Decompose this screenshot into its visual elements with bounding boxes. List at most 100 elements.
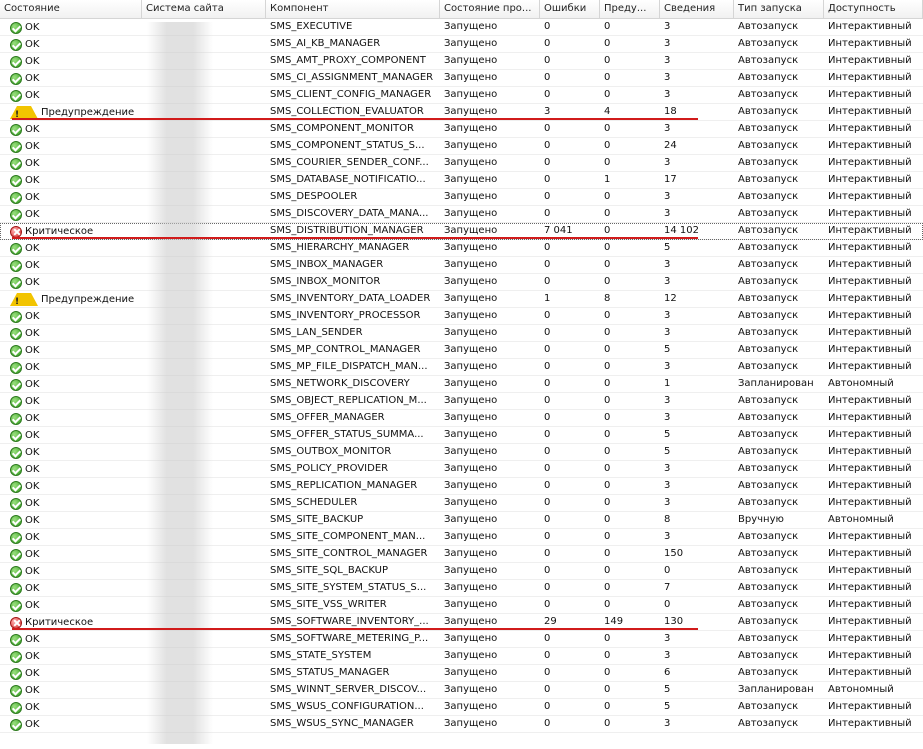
table-row[interactable]: OK SMS_OBJECT_REPLICATION_M... Запущено 0 0 3… xyxy=(0,393,923,410)
table-row[interactable]: OK SMS_INBOX_MONITOR Запущено 0 0 3 Автозапуск… xyxy=(0,274,923,291)
table-row[interactable]: OK SMS_SCHEDULER Запущено 0 0 3 Автозапуск Инте… xyxy=(0,495,923,512)
ok-check-icon xyxy=(10,429,22,442)
cell-availability: Интерактивный xyxy=(828,531,912,542)
table-row[interactable]: OK SMS_STATUS_MANAGER Запущено 0 0 6 Автозапус… xyxy=(0,665,923,682)
header-availability-col[interactable]: Доступность xyxy=(824,0,923,18)
cell-component: SMS_DESPOOLER xyxy=(270,191,358,202)
ok-check-icon xyxy=(10,395,22,408)
cell-start-type: Автозапуск xyxy=(738,140,799,151)
cell-errors: 0 xyxy=(544,208,551,219)
table-row[interactable]: OK SMS_WSUS_CONFIGURATION... Запущено 0 0 5 Ав… xyxy=(0,699,923,716)
cell-info: 3 xyxy=(664,276,671,287)
cell-start-type: Автозапуск xyxy=(738,72,799,83)
table-row[interactable]: OK SMS_MP_FILE_DISPATCH_MAN... Запущено 0 0 3… xyxy=(0,359,923,376)
cell-warnings: 0 xyxy=(604,310,611,321)
cell-state: OK xyxy=(0,478,142,495)
table-row[interactable]: OK SMS_SOFTWARE_METERING_P... Запущено 0 0 3 А… xyxy=(0,631,923,648)
ok-check-icon xyxy=(10,633,22,646)
cell-component: SMS_NETWORK_DISCOVERY xyxy=(270,378,410,389)
table-row[interactable]: OK SMS_EXECUTIVE Запущено 0 0 3 Автозапуск Инте… xyxy=(0,19,923,36)
table-row[interactable]: OK SMS_AI_KB_MANAGER Запущено 0 0 3 Автозапуск… xyxy=(0,36,923,53)
table-row[interactable]: OK SMS_SITE_SYSTEM_STATUS_S... Запущено 0 0 7… xyxy=(0,580,923,597)
table-row[interactable]: Предупреждение SMS_INVENTORY_DATA_LOADER З… xyxy=(0,291,923,308)
cell-state: OK xyxy=(0,699,142,716)
cell-info: 3 xyxy=(664,55,671,66)
header-errors-col[interactable]: Ошибки xyxy=(540,0,600,18)
table-row[interactable]: OK SMS_DESPOOLER Запущено 0 0 3 Автозапуск Инте… xyxy=(0,189,923,206)
header-site-system-col[interactable]: Система сайта xyxy=(142,0,266,18)
table-row[interactable]: OK SMS_COMPONENT_MONITOR Запущено 0 0 3 Автоза… xyxy=(0,121,923,138)
cell-availability: Интерактивный xyxy=(828,140,912,151)
cell-start-type: Автозапуск xyxy=(738,429,799,440)
cell-component: SMS_REPLICATION_MANAGER xyxy=(270,480,418,491)
table-row[interactable]: OK SMS_MP_CONTROL_MANAGER Запущено 0 0 5 Автоз… xyxy=(0,342,923,359)
cell-warnings: 0 xyxy=(604,463,611,474)
cell-info: 3 xyxy=(664,650,671,661)
cell-process-state: Запущено xyxy=(444,55,498,66)
table-row[interactable]: OK SMS_DATABASE_NOTIFICATIO... Запущено 0 1 1… xyxy=(0,172,923,189)
ok-check-icon xyxy=(10,72,22,85)
cell-process-state: Запущено xyxy=(444,633,498,644)
table-row[interactable]: OK SMS_SITE_VSS_WRITER Запущено 0 0 0 Автозапу… xyxy=(0,597,923,614)
cell-start-type: Автозапуск xyxy=(738,38,799,49)
table-row[interactable]: OK SMS_SITE_BACKUP Запущено 0 0 8 Вручную Автон… xyxy=(0,512,923,529)
status-text: OK xyxy=(25,565,40,577)
cell-errors: 0 xyxy=(544,89,551,100)
cell-info: 7 xyxy=(664,582,671,593)
table-row[interactable]: OK SMS_LAN_SENDER Запущено 0 0 3 Автозапуск Инт… xyxy=(0,325,923,342)
cell-component: SMS_OBJECT_REPLICATION_M... xyxy=(270,395,427,406)
status-text: OK xyxy=(25,174,40,186)
cell-info: 5 xyxy=(664,242,671,253)
cell-info: 3 xyxy=(664,123,671,134)
cell-start-type: Автозапуск xyxy=(738,633,799,644)
table-row[interactable]: OK SMS_OFFER_STATUS_SUMMA... Запущено 0 0 5 Ав… xyxy=(0,427,923,444)
cell-warnings: 0 xyxy=(604,191,611,202)
cell-info: 3 xyxy=(664,480,671,491)
header-process-state-col[interactable]: Состояние про... xyxy=(440,0,540,18)
table-row[interactable]: OK SMS_OUTBOX_MONITOR Запущено 0 0 5 Автозапус… xyxy=(0,444,923,461)
table-row[interactable]: OK SMS_SITE_SQL_BACKUP Запущено 0 0 0 Автозапу… xyxy=(0,563,923,580)
cell-start-type: Автозапуск xyxy=(738,548,799,559)
header-component-col[interactable]: Компонент xyxy=(266,0,440,18)
table-row[interactable]: OK SMS_CLIENT_CONFIG_MANAGER Запущено 0 0 3 Ав… xyxy=(0,87,923,104)
table-row[interactable]: OK SMS_NETWORK_DISCOVERY Запущено 0 0 1 Заплан… xyxy=(0,376,923,393)
table-row[interactable]: OK SMS_DISCOVERY_DATA_MANA... Запущено 0 0 3 А… xyxy=(0,206,923,223)
table-row[interactable]: OK SMS_WINNT_SERVER_DISCOV... Запущено 0 0 5 З… xyxy=(0,682,923,699)
status-text: OK xyxy=(25,72,40,84)
cell-info: 0 xyxy=(664,599,671,610)
table-row[interactable]: OK SMS_OFFER_MANAGER Запущено 0 0 3 Автозапуск… xyxy=(0,410,923,427)
table-row[interactable]: OK SMS_WSUS_SYNC_MANAGER Запущено 0 0 3 Автоза… xyxy=(0,716,923,733)
status-text: OK xyxy=(25,344,40,356)
table-row[interactable]: OK SMS_REPLICATION_MANAGER Запущено 0 0 3 Авто… xyxy=(0,478,923,495)
cell-component: SMS_COURIER_SENDER_CONF... xyxy=(270,157,429,168)
cell-availability: Интерактивный xyxy=(828,633,912,644)
cell-start-type: Автозапуск xyxy=(738,106,799,117)
header-start-type-col[interactable]: Тип запуска xyxy=(734,0,824,18)
header-info-col[interactable]: Сведения xyxy=(660,0,734,18)
cell-warnings: 0 xyxy=(604,667,611,678)
table-row[interactable]: OK SMS_COMPONENT_STATUS_S... Запущено 0 0 24 А… xyxy=(0,138,923,155)
cell-state: OK xyxy=(0,19,142,36)
ok-check-icon xyxy=(10,446,22,459)
table-row[interactable]: OK SMS_CI_ASSIGNMENT_MANAGER Запущено 0 0 3 Ав… xyxy=(0,70,923,87)
column-header-bar: Состояние Система сайта Компонент Состояние… xyxy=(0,0,923,19)
ok-check-icon xyxy=(10,582,22,595)
table-row[interactable]: OK SMS_POLICY_PROVIDER Запущено 0 0 3 Автозапу… xyxy=(0,461,923,478)
table-row[interactable]: OK SMS_COURIER_SENDER_CONF... Запущено 0 0 3 А… xyxy=(0,155,923,172)
table-row[interactable]: OK SMS_SITE_COMPONENT_MAN... Запущено 0 0 3 Ав… xyxy=(0,529,923,546)
table-row[interactable]: OK SMS_INVENTORY_PROCESSOR Запущено 0 0 3 Авто… xyxy=(0,308,923,325)
cell-errors: 0 xyxy=(544,191,551,202)
cell-info: 3 xyxy=(664,633,671,644)
cell-start-type: Автозапуск xyxy=(738,582,799,593)
table-row[interactable]: OK SMS_HIERARCHY_MANAGER Запущено 0 0 5 Автоза… xyxy=(0,240,923,257)
table-row[interactable]: OK SMS_AMT_PROXY_COMPONENT Запущено 0 0 3 Авто… xyxy=(0,53,923,70)
ok-check-icon xyxy=(10,259,22,272)
header-warnings-col[interactable]: Преду... xyxy=(600,0,660,18)
table-row[interactable]: OK SMS_STATE_SYSTEM Запущено 0 0 3 Автозапуск И… xyxy=(0,648,923,665)
cell-availability: Интерактивный xyxy=(828,446,912,457)
header-state-col[interactable]: Состояние xyxy=(0,0,142,18)
table-row[interactable]: OK SMS_INBOX_MANAGER Запущено 0 0 3 Автозапуск… xyxy=(0,257,923,274)
ok-check-icon xyxy=(10,701,22,714)
cell-component: SMS_SITE_COMPONENT_MAN... xyxy=(270,531,426,542)
table-row[interactable]: OK SMS_SITE_CONTROL_MANAGER Запущено 0 0 150 А… xyxy=(0,546,923,563)
